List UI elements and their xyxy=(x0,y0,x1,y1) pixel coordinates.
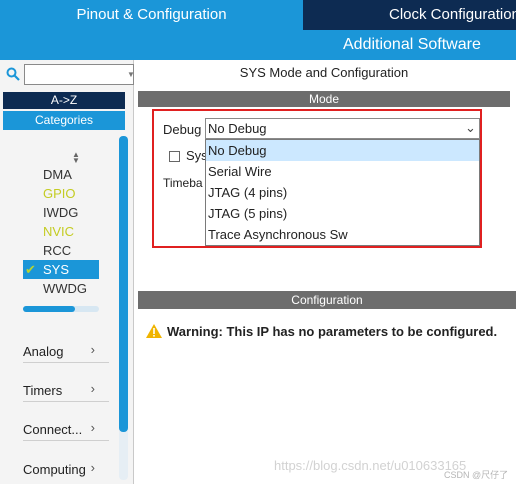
tab-clock-configuration[interactable]: Clock Configuration xyxy=(303,0,516,30)
category-label: Connect... xyxy=(23,422,83,437)
chevron-right-icon: › xyxy=(90,460,95,475)
list-item-wwdg[interactable]: WWDG xyxy=(23,279,99,298)
list-item-label: RCC xyxy=(43,243,72,258)
chevron-right-icon: › xyxy=(90,342,95,357)
vertical-scrollbar[interactable] xyxy=(119,136,128,480)
tab-pinout-configuration[interactable]: Pinout & Configuration xyxy=(0,0,303,30)
list-item-label: NVIC xyxy=(43,224,75,239)
mode-header: Mode xyxy=(138,91,510,107)
list-item-dma[interactable]: DMA xyxy=(23,165,99,184)
mode-configuration-panel: SYS Mode and Configuration Mode Debug No… xyxy=(138,60,516,484)
sys-checkbox[interactable] xyxy=(169,151,180,162)
list-item-gpio[interactable]: GPIO xyxy=(23,184,99,203)
category-connectivity[interactable]: Connect... › xyxy=(23,402,109,441)
dropdown-option-jtag-5[interactable]: JTAG (5 pins) xyxy=(206,203,479,224)
list-item-sys[interactable]: ✔ SYS xyxy=(23,260,99,279)
configuration-header: Configuration xyxy=(138,291,516,309)
list-item-rcc[interactable]: RCC xyxy=(23,241,99,260)
category-computing[interactable]: Computing › xyxy=(23,441,109,480)
tab-additional-software[interactable]: Additional Software xyxy=(303,30,516,60)
dropdown-option-trace-async[interactable]: Trace Asynchronous Sw xyxy=(206,224,479,245)
chevron-down-icon[interactable]: ⌄ xyxy=(465,120,476,136)
debug-select[interactable]: No Debug xyxy=(205,118,480,139)
category-label: Computing xyxy=(23,462,86,477)
system-core-list: DMA GPIO IWDG NVIC RCC ✔ SYS WWDG xyxy=(23,165,99,298)
category-analog[interactable]: Analog › xyxy=(23,324,109,363)
chevron-right-icon: › xyxy=(90,420,95,435)
scrollbar-thumb[interactable] xyxy=(23,306,75,312)
sort-az-button[interactable]: A->Z xyxy=(3,92,125,109)
panel-title: SYS Mode and Configuration xyxy=(239,65,409,80)
dropdown-option-serial-wire[interactable]: Serial Wire xyxy=(206,161,479,182)
list-item-label: DMA xyxy=(43,167,72,182)
categories-button[interactable]: Categories xyxy=(3,111,125,130)
list-item-nvic[interactable]: NVIC xyxy=(23,222,99,241)
watermark-csdn: CSDN @尺仔了 xyxy=(444,470,509,480)
search-dropdown-icon[interactable]: ▼ xyxy=(127,70,135,79)
list-item-label: IWDG xyxy=(43,205,79,220)
component-sidebar: ▼ A->Z Categories ▲ ▼ DMA GPIO IWDG NVIC … xyxy=(0,60,135,484)
list-item-iwdg[interactable]: IWDG xyxy=(23,203,99,222)
list-item-label: SYS xyxy=(43,262,70,277)
list-item-label: GPIO xyxy=(43,186,76,201)
search-icon[interactable] xyxy=(6,67,20,81)
watermark-url: https://blog.csdn.net/u010633165 xyxy=(274,458,467,473)
warning-message: Warning: This IP has no parameters to be… xyxy=(167,324,498,339)
collapse-arrow-icon[interactable]: ▲ ▼ xyxy=(72,151,80,165)
category-timers[interactable]: Timers › xyxy=(23,363,109,402)
list-item-label: WWDG xyxy=(43,281,88,296)
debug-dropdown-list: No Debug Serial Wire JTAG (4 pins) JTAG … xyxy=(205,139,480,246)
category-label: Timers xyxy=(23,383,63,398)
warning-icon xyxy=(146,324,162,338)
dropdown-option-no-debug[interactable]: No Debug xyxy=(206,140,479,161)
scrollbar-thumb[interactable] xyxy=(119,136,128,432)
chevron-right-icon: › xyxy=(90,381,95,396)
timebase-label: Timeba xyxy=(163,176,203,190)
debug-label: Debug xyxy=(163,122,202,137)
category-label: Analog xyxy=(23,344,64,359)
checkmark-icon: ✔ xyxy=(25,262,36,277)
dropdown-option-jtag-4[interactable]: JTAG (4 pins) xyxy=(206,182,479,203)
top-tab-bar: Pinout & Configuration Clock Configurati… xyxy=(0,0,516,60)
search-input[interactable] xyxy=(24,64,134,85)
horizontal-scrollbar[interactable] xyxy=(23,306,99,312)
